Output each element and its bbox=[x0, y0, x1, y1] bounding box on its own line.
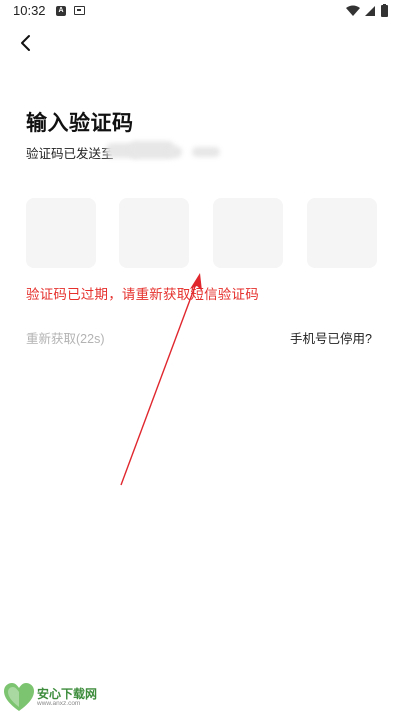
code-input-box-1[interactable] bbox=[26, 198, 96, 268]
watermark: 安心下载网 www.anxz.com bbox=[0, 678, 120, 716]
signal-icon bbox=[365, 6, 375, 16]
code-input-box-2[interactable] bbox=[119, 198, 189, 268]
watermark-url: www.anxz.com bbox=[37, 700, 81, 707]
masked-phone-number bbox=[104, 141, 224, 163]
code-input-box-4[interactable] bbox=[307, 198, 377, 268]
phone-disabled-link[interactable]: 手机号已停用? bbox=[290, 328, 372, 347]
battery-icon bbox=[381, 5, 388, 17]
error-message: 验证码已过期，请重新获取短信验证码 bbox=[26, 287, 259, 302]
code-input-box-3[interactable] bbox=[213, 198, 283, 268]
wifi-icon bbox=[346, 5, 360, 16]
page-title: 输入验证码 bbox=[26, 112, 134, 135]
resend-code-button[interactable]: 重新获取(22s) bbox=[26, 328, 104, 347]
chevron-left-icon bbox=[21, 35, 30, 51]
screen-icon bbox=[74, 6, 85, 15]
status-time: 10:32 bbox=[13, 3, 46, 18]
status-right-icons bbox=[346, 4, 388, 17]
back-button[interactable] bbox=[14, 31, 38, 55]
sent-to-label: 验证码已发送至 bbox=[26, 147, 114, 161]
status-bar: 10:32 A bbox=[0, 0, 403, 24]
a-badge-icon: A bbox=[56, 6, 66, 16]
heart-logo-icon bbox=[4, 683, 34, 711]
